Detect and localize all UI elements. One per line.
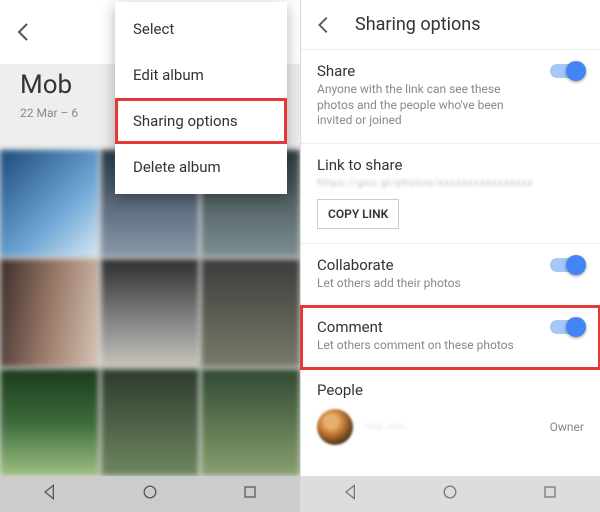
nav-home-icon[interactable] bbox=[440, 482, 460, 506]
nav-recent-icon[interactable] bbox=[240, 482, 260, 506]
comment-desc: Let others comment on these photos bbox=[317, 338, 584, 354]
back-arrow-icon[interactable] bbox=[313, 14, 335, 36]
share-section: Share Anyone with the link can see these… bbox=[301, 50, 600, 144]
album-screen: Mob 22 Mar – 6 Select Edit album Sharing… bbox=[0, 0, 300, 512]
album-title: Mob bbox=[20, 70, 78, 100]
sharing-options-screen: Sharing options Share Anyone with the li… bbox=[300, 0, 600, 512]
photo-thumb[interactable] bbox=[0, 150, 99, 257]
photo-thumb[interactable] bbox=[101, 259, 200, 366]
photo-thumb[interactable] bbox=[101, 369, 200, 476]
android-navbar bbox=[301, 476, 600, 512]
nav-back-icon[interactable] bbox=[40, 482, 60, 506]
person-role: Owner bbox=[550, 420, 584, 434]
android-navbar bbox=[0, 476, 300, 512]
photo-thumb[interactable] bbox=[0, 259, 99, 366]
share-toggle[interactable] bbox=[550, 64, 584, 78]
menu-select[interactable]: Select bbox=[115, 6, 287, 52]
share-desc: Anyone with the link can see these photo… bbox=[317, 82, 584, 129]
comment-label: Comment bbox=[317, 318, 584, 336]
overflow-menu: Select Edit album Sharing options Delete… bbox=[115, 2, 287, 194]
link-label: Link to share bbox=[317, 156, 584, 174]
share-label: Share bbox=[317, 62, 584, 80]
comment-section: Comment Let others comment on these phot… bbox=[301, 306, 600, 369]
back-arrow-icon[interactable] bbox=[12, 20, 36, 44]
collaborate-label: Collaborate bbox=[317, 256, 584, 274]
photo-thumb[interactable] bbox=[0, 369, 99, 476]
copy-link-button[interactable]: COPY LINK bbox=[317, 199, 399, 229]
share-url: https://goo.gl/photos/xxxxxxxxxxxxxxxx bbox=[317, 178, 584, 189]
nav-recent-icon[interactable] bbox=[540, 482, 560, 506]
page-title: Sharing options bbox=[355, 14, 481, 35]
collaborate-desc: Let others add their photos bbox=[317, 276, 584, 292]
menu-sharing-options[interactable]: Sharing options bbox=[115, 98, 287, 144]
collaborate-section: Collaborate Let others add their photos bbox=[301, 244, 600, 307]
comment-toggle[interactable] bbox=[550, 320, 584, 334]
album-dates: 22 Mar – 6 bbox=[20, 106, 78, 120]
menu-edit-album[interactable]: Edit album bbox=[115, 52, 287, 98]
collaborate-toggle[interactable] bbox=[550, 258, 584, 272]
sharing-header: Sharing options bbox=[301, 0, 600, 50]
photo-grid bbox=[0, 150, 300, 476]
nav-back-icon[interactable] bbox=[341, 482, 361, 506]
person-name: —— —— bbox=[365, 420, 405, 434]
avatar bbox=[317, 409, 353, 445]
link-section: Link to share https://goo.gl/photos/xxxx… bbox=[301, 144, 600, 244]
people-label: People bbox=[317, 381, 584, 399]
people-section: People —— —— Owner bbox=[301, 369, 600, 457]
menu-delete-album[interactable]: Delete album bbox=[115, 144, 287, 190]
person-row: —— —— Owner bbox=[317, 409, 584, 445]
photo-thumb[interactable] bbox=[201, 259, 300, 366]
nav-home-icon[interactable] bbox=[140, 482, 160, 506]
photo-thumb[interactable] bbox=[201, 369, 300, 476]
album-title-block: Mob 22 Mar – 6 bbox=[20, 70, 78, 120]
